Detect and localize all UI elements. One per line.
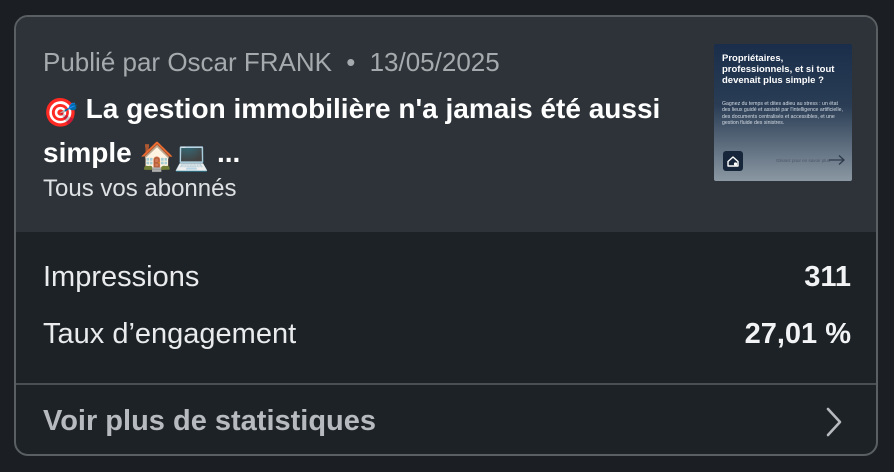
meta-separator: •	[346, 47, 356, 77]
engagement-label: Taux d’engagement	[43, 318, 297, 350]
engagement-row: Taux d’engagement 27,01 %	[43, 318, 851, 358]
post-title-text: La gestion immobilière n'a jamais été au…	[43, 93, 661, 168]
thumbnail-headline: Propriétaires, professionnels, et si tou…	[722, 53, 835, 86]
impressions-label: Impressions	[43, 261, 200, 293]
thumbnail-cta: Glissez pour en savoir plus	[776, 158, 831, 163]
thumbnail-body: Gagnez du temps et dites adieu au stress…	[722, 101, 843, 126]
see-more-stats-label: Voir plus de statistiques	[43, 405, 377, 437]
see-more-stats-link[interactable]: Voir plus de statistiques	[16, 385, 876, 454]
post-meta: Publié par Oscar FRANK • 13/05/2025	[43, 47, 500, 78]
title-ellipsis: ...	[217, 137, 241, 168]
published-prefix: Publié par	[43, 47, 161, 77]
target-emoji-icon: 🎯	[43, 97, 78, 128]
post-analytics-card: Publié par Oscar FRANK • 13/05/2025 🎯 La…	[14, 15, 878, 456]
arrow-right-icon	[828, 153, 846, 171]
post-date: 13/05/2025	[369, 47, 500, 77]
engagement-value: 27,01 %	[744, 318, 851, 350]
house-laptop-emoji-icon: 🏠💻	[139, 141, 210, 172]
impressions-value: 311	[804, 261, 851, 293]
post-thumbnail[interactable]: Propriétaires, professionnels, et si tou…	[714, 44, 852, 181]
impressions-row: Impressions 311	[43, 261, 851, 301]
house-logo-icon	[723, 151, 743, 171]
author-name: Oscar FRANK	[167, 47, 332, 77]
post-header[interactable]: Publié par Oscar FRANK • 13/05/2025 🎯 La…	[16, 17, 876, 232]
post-audience: Tous vos abonnés	[43, 175, 237, 202]
chevron-right-icon	[826, 407, 842, 442]
post-title: 🎯 La gestion immobilière n'a jamais été …	[43, 89, 693, 177]
